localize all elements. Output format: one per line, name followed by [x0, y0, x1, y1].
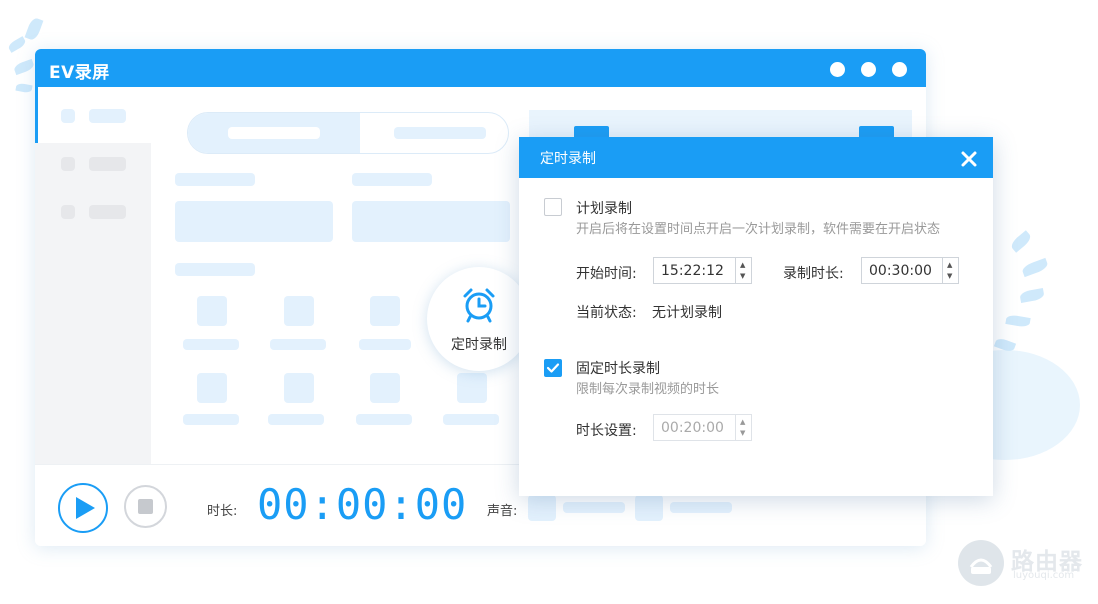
step-up-icon[interactable]: ▲ — [947, 262, 952, 269]
plan-recording-checkbox[interactable] — [544, 198, 562, 216]
start-time-label: 开始时间: — [576, 266, 637, 282]
duration-setting-stepper[interactable]: ▲ ▼ — [735, 415, 751, 440]
router-logo-icon — [958, 540, 1004, 586]
step-down-icon[interactable]: ▼ — [947, 273, 952, 280]
stop-button[interactable] — [124, 485, 167, 528]
step-down-icon[interactable]: ▼ — [740, 273, 745, 280]
sidebar — [35, 87, 151, 464]
play-icon — [76, 497, 95, 519]
record-length-value: 00:30:00 — [869, 263, 932, 279]
window-dot-button[interactable] — [892, 62, 907, 77]
start-time-input[interactable]: 15:22:12 ▲ ▼ — [653, 257, 752, 284]
window-dot-button[interactable] — [830, 62, 845, 77]
duration-setting-label: 时长设置: — [576, 423, 637, 439]
dialog-header: 定时录制 — [519, 137, 993, 178]
duration-label: 时长: — [207, 504, 238, 519]
scheduled-recording-dialog: 定时录制 计划录制 开启后将在设置时间点开启一次计划录制，软件需要在开启状态 开… — [519, 137, 993, 496]
fixed-duration-title: 固定时长录制 — [576, 361, 660, 377]
title-bar: EV录屏 — [35, 49, 926, 87]
plan-recording-description: 开启后将在设置时间点开启一次计划录制，软件需要在开启状态 — [576, 222, 941, 237]
start-time-stepper[interactable]: ▲ ▼ — [735, 258, 751, 283]
alarm-clock-icon — [463, 288, 495, 323]
fixed-duration-description: 限制每次录制视频的时长 — [576, 382, 720, 397]
duration-setting-value: 00:20:00 — [661, 420, 724, 436]
play-button[interactable] — [58, 483, 108, 533]
watermark-url: luyouqi.com — [1013, 570, 1075, 581]
dialog-title: 定时录制 — [540, 151, 596, 167]
check-icon — [546, 363, 560, 373]
record-length-input[interactable]: 00:30:00 ▲ ▼ — [861, 257, 959, 284]
fixed-duration-checkbox[interactable] — [544, 359, 562, 377]
recording-timer: 00:00:00 — [257, 480, 468, 529]
step-up-icon[interactable]: ▲ — [740, 262, 745, 269]
screen: EV录屏 定时录制 时长: 00:00:00 声音: 定时录制 计划录制 开启后… — [0, 0, 1098, 604]
current-status-value: 无计划录制 — [652, 305, 722, 321]
record-length-stepper[interactable]: ▲ ▼ — [942, 258, 958, 283]
step-up-icon[interactable]: ▲ — [740, 419, 745, 426]
stop-icon — [138, 499, 153, 514]
mode-tabs[interactable] — [187, 112, 509, 154]
scheduled-recording-button[interactable]: 定时录制 — [427, 267, 531, 371]
duration-setting-input[interactable]: 00:20:00 ▲ ▼ — [653, 414, 752, 441]
scheduled-recording-label: 定时录制 — [451, 337, 507, 353]
window-dot-button[interactable] — [861, 62, 876, 77]
current-status-label: 当前状态: — [576, 305, 637, 321]
start-time-value: 15:22:12 — [661, 263, 724, 279]
app-title: EV录屏 — [49, 63, 110, 83]
step-down-icon[interactable]: ▼ — [740, 430, 745, 437]
close-icon[interactable] — [960, 150, 978, 168]
sound-label: 声音: — [487, 504, 518, 519]
sidebar-item-active[interactable] — [35, 87, 151, 143]
record-length-label: 录制时长: — [783, 266, 844, 282]
plan-recording-title: 计划录制 — [576, 201, 632, 217]
